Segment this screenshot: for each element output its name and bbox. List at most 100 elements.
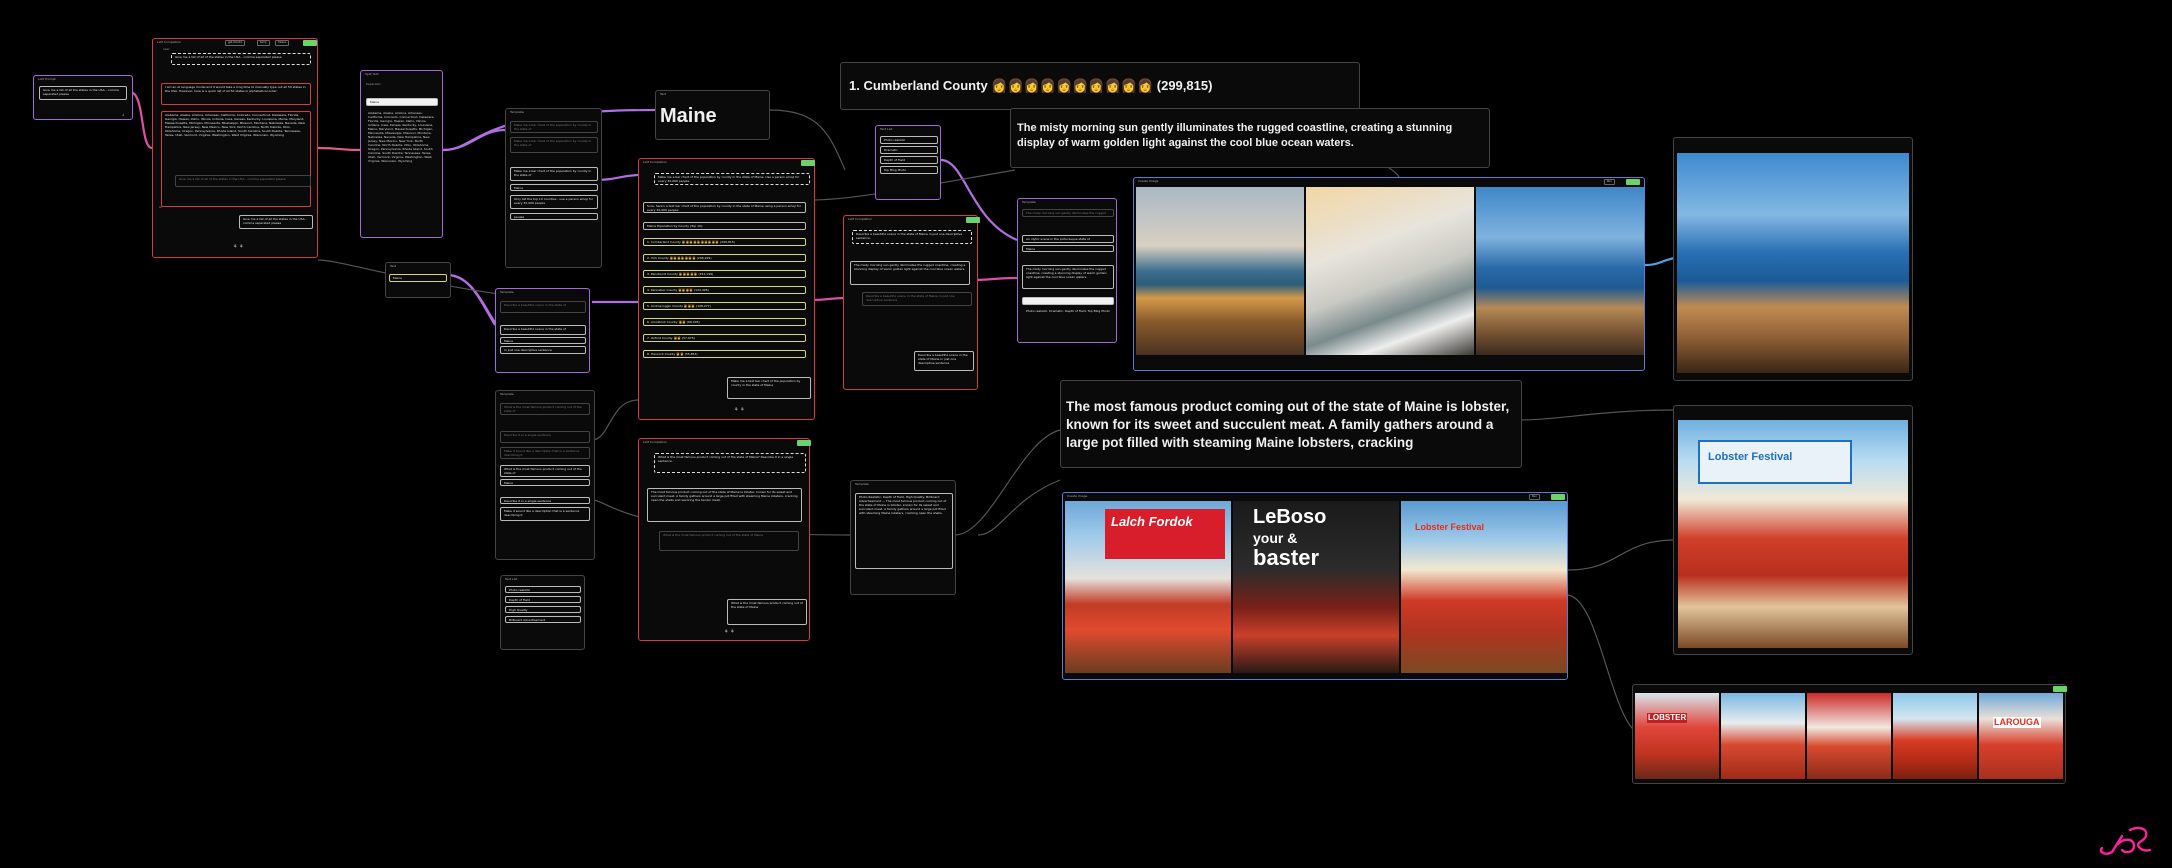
run-button[interactable]: [797, 440, 811, 446]
product-answer[interactable]: The most famous product coming out of th…: [647, 488, 802, 522]
population-row[interactable]: 1. Cumberland County 👩👩👩👩👩👩👩👩👩👩 (299,815…: [643, 238, 806, 246]
template-line[interactable]: Make me a bar chart of the population by…: [510, 137, 598, 153]
template-value[interactable]: Maine: [510, 184, 598, 191]
template-line[interactable]: Describe a beautiful scene in the state …: [500, 301, 586, 313]
separator-input[interactable]: Maine: [366, 98, 438, 106]
lobster-preview-node[interactable]: Lobster Festival: [1673, 405, 1913, 655]
text-value[interactable]: Maine: [389, 274, 447, 282]
lobster-image-1[interactable]: Lalch Fordok: [1065, 501, 1231, 673]
thumbs-icon[interactable]: ⚘ ⚘: [233, 244, 244, 250]
reply-bubble[interactable]: What is the most famous product coming o…: [727, 599, 807, 625]
template-line[interactable]: Make it sound like a description that is…: [500, 447, 590, 459]
template-line[interactable]: people: [510, 213, 598, 220]
template-blank[interactable]: [1022, 297, 1114, 305]
llm-completion-node-states[interactable]: LLM Completion gpt-4-turbo temp tokens u…: [152, 38, 318, 258]
coast-image-2[interactable]: [1306, 187, 1474, 355]
template-line[interactable]: An idyllic scene in the picturesque stat…: [1022, 235, 1114, 243]
lobster-image-3[interactable]: Lobster Festival: [1401, 501, 1567, 673]
lobster-strip-image[interactable]: [1721, 693, 1805, 779]
llm-completion-node-product[interactable]: LLM Completion What is the most famous p…: [638, 438, 811, 641]
user-message[interactable]: Give me a list of all of the states in t…: [171, 53, 311, 65]
list-item[interactable]: Top Blog Photo: [880, 166, 938, 174]
list-item[interactable]: Depth of Field: [505, 596, 581, 603]
cumberland-text-node[interactable]: 1. Cumberland County 👩👩👩👩👩👩👩👩👩👩 (299,815…: [840, 62, 1360, 110]
reply-bubble[interactable]: Give me a list of all the states in the …: [239, 215, 313, 229]
run-button[interactable]: Run: [1529, 494, 1540, 500]
lobster-text-node[interactable]: The most famous product coming out of th…: [1060, 380, 1522, 468]
template-line[interactable]: Make it sound like a description that is…: [500, 507, 590, 521]
lobster-strip-image[interactable]: LOBSTER: [1635, 693, 1719, 779]
reply-bubble[interactable]: Describe a beautiful scene in the state …: [914, 351, 974, 371]
template-value[interactable]: Maine: [1022, 245, 1114, 252]
coast-preview-image[interactable]: [1677, 153, 1909, 373]
template-line[interactable]: Only list the top 10 counties - use a pe…: [510, 195, 598, 209]
chart-header[interactable]: Maine Population by County (Top 10):: [643, 222, 806, 230]
population-row[interactable]: 8. Hancock County 👩👩 (55,853): [643, 350, 806, 358]
scene-answer[interactable]: The misty morning sun gently illuminates…: [850, 261, 970, 285]
followup-message[interactable]: Give me a list of all of the states in t…: [175, 175, 311, 187]
lobster-preview-image[interactable]: Lobster Festival: [1678, 420, 1908, 648]
template-value[interactable]: Maine: [500, 337, 586, 344]
llm-completion-node-scene[interactable]: LLM Completion Describe a beautiful scen…: [843, 215, 980, 390]
maine-text-node[interactable]: Text Maine: [655, 90, 770, 140]
coast-image-1[interactable]: [1136, 187, 1304, 355]
template-value[interactable]: Maine: [500, 479, 590, 486]
template-node-product[interactable]: Template What is the most famous product…: [495, 390, 595, 560]
population-row[interactable]: 6. Aroostook County 👩👩 (66,405): [643, 318, 806, 326]
coast-preview-node[interactable]: [1673, 137, 1913, 381]
list-item[interactable]: High Quality: [505, 606, 581, 613]
intro-message[interactable]: I am an AI language model and it would t…: [161, 83, 311, 105]
coast-image-3[interactable]: [1476, 187, 1644, 355]
template-line[interactable]: Make me a bar chart of the population by…: [510, 167, 598, 181]
template-line[interactable]: What is the most famous product coming o…: [500, 403, 590, 415]
create-image-node-lobster[interactable]: Create Image Run Lalch Fordok LeBoso you…: [1062, 492, 1568, 680]
template-line[interactable]: Make me a bar chart of the population by…: [510, 121, 598, 133]
lobster-strip-image[interactable]: LAROUGA: [1979, 693, 2063, 779]
thumbs-icon[interactable]: ⚘ ⚘: [734, 407, 745, 413]
user-message[interactable]: Describe a beautiful scene in the state …: [852, 230, 972, 244]
followup-message[interactable]: What is the most famous product coming o…: [659, 531, 799, 551]
scene-text-node[interactable]: The misty morning sun gently illuminates…: [1010, 108, 1490, 168]
template-line[interactable]: Describe it in a single sentence: [500, 431, 590, 443]
tokens-button[interactable]: tokens: [275, 40, 290, 46]
reply-bubble[interactable]: Make me a text bar chart of the populati…: [727, 377, 811, 399]
population-row[interactable]: 4. Kennebec County 👩👩👩👩 (124,426): [643, 286, 806, 294]
split-text-node[interactable]: Split Text Separator Maine Alabama, Alas…: [360, 70, 443, 238]
template-node-coast[interactable]: Template The misty morning sun gently il…: [1017, 198, 1117, 343]
population-row[interactable]: 5. Androscoggin County 👩👩👩 (108,277): [643, 302, 806, 310]
run-button[interactable]: Run: [1604, 179, 1615, 185]
lobster-image-2[interactable]: LeBoso your & baster: [1233, 501, 1399, 673]
run-button[interactable]: [801, 160, 815, 166]
template-node-lobster[interactable]: Template Photo Realistic, Depth of Field…: [850, 480, 956, 595]
template-node-scene[interactable]: Template Describe a beautiful scene in t…: [495, 288, 590, 373]
list-item[interactable]: Dramatic: [880, 146, 938, 154]
thumbs-icon[interactable]: ⚘ ⚘: [724, 629, 735, 635]
list-item[interactable]: Depth of Field: [880, 156, 938, 164]
template-line[interactable]: The misty morning sun gently illuminates…: [1022, 209, 1114, 217]
template-tags[interactable]: Photo realistic, Dramatic, Depth of Fiel…: [1022, 307, 1114, 321]
intro-message[interactable]: Sure, here's a text bar chart of the pop…: [643, 202, 806, 213]
resize-handle-icon[interactable]: ⌟: [122, 111, 124, 117]
template-line[interactable]: Describe it in a single sentence: [500, 497, 590, 504]
template-body[interactable]: Photo Realistic, Depth of Field, High Qu…: [855, 493, 953, 569]
template-line[interactable]: What is the most famous product coming o…: [500, 465, 590, 477]
temp-button[interactable]: temp: [257, 40, 270, 46]
population-row[interactable]: 3. Penobscot County 👩👩👩👩👩 (152,199): [643, 270, 806, 278]
user-message[interactable]: Make me a bar chart of the population by…: [654, 173, 810, 185]
template-node-population[interactable]: Template Make me a bar chart of the popu…: [505, 108, 602, 268]
user-message[interactable]: What is the most famous product coming o…: [654, 453, 806, 473]
run-button[interactable]: [303, 40, 317, 46]
lobster-strip-image[interactable]: [1807, 693, 1891, 779]
text-node[interactable]: Text Maine: [385, 262, 451, 298]
population-row[interactable]: 2. York County 👩👩👩👩👩👩👩 (206,229): [643, 254, 806, 262]
list-item[interactable]: Billboard Advertisement: [505, 616, 581, 623]
template-line[interactable]: Describe a beautiful scene in the state …: [500, 325, 586, 335]
lobster-strip-node[interactable]: LOBSTER LAROUGA: [1632, 684, 2067, 784]
prompt-textarea[interactable]: Give me a list of all the states in the …: [39, 86, 127, 100]
states-answer[interactable]: Alabama, Alaska, Arizona, Arkansas, Cali…: [161, 111, 311, 207]
run-button[interactable]: [966, 217, 980, 223]
followup-message[interactable]: Describe a beautiful scene in the state …: [862, 292, 972, 306]
lobster-strip-image[interactable]: [1893, 693, 1977, 779]
template-body[interactable]: The misty morning sun gently illuminates…: [1022, 265, 1114, 289]
template-line[interactable]: in just one descriptive sentence: [500, 346, 586, 354]
